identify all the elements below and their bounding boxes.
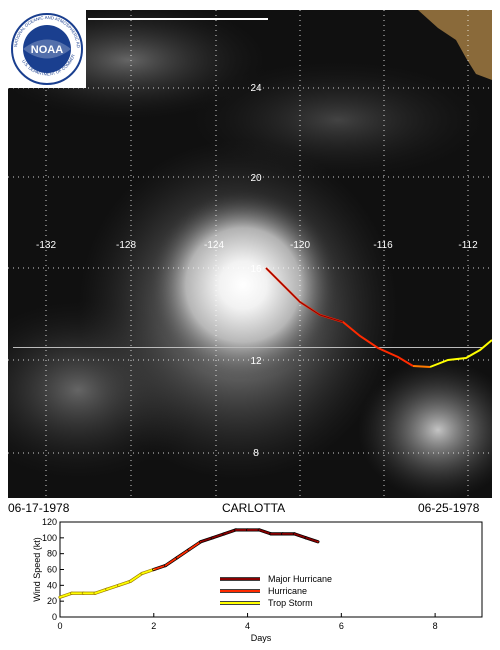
wind-speed-plot: 0 20 40 60 80 100 120 0 2 4 6 8 Wind Speed (kt) Da… xyxy=(32,517,483,643)
noaa-logo-text: NOAA xyxy=(31,44,63,56)
y-axis-label: Wind Speed (kt) xyxy=(32,537,42,602)
lat-label: 8 xyxy=(253,448,259,459)
y-tick-label: 60 xyxy=(47,565,57,575)
data-point xyxy=(282,533,284,535)
hurricane-core xyxy=(148,190,338,380)
wind-speed-chart: 0 20 40 60 80 100 120 0 2 4 6 8 Wind Speed (kt) Da… xyxy=(0,516,500,650)
satellite-image: -132 -128 -124 -120 -116 -112 24 20 16 1… xyxy=(8,10,492,498)
y-tick-label: 100 xyxy=(42,533,57,543)
series-segment xyxy=(129,572,143,583)
scan-line xyxy=(13,347,483,348)
lat-label: 20 xyxy=(250,173,262,184)
series-segment xyxy=(188,540,202,551)
lon-label: -124 xyxy=(204,240,224,251)
y-tick-label: 40 xyxy=(47,580,57,590)
data-point xyxy=(82,592,85,594)
legend: Major Hurricane Hurricane Trop Storm xyxy=(220,574,332,608)
y-tick-label: 120 xyxy=(42,517,57,527)
lat-label: 12 xyxy=(250,356,262,367)
x-tick-label: 4 xyxy=(245,621,250,631)
data-point xyxy=(305,537,307,539)
data-point xyxy=(235,529,237,531)
storm-name: CARLOTTA xyxy=(222,501,286,515)
noaa-logo: NOAA NATIONAL OCEANIC AND ATMOSPHERIC AD… xyxy=(8,10,86,88)
data-point xyxy=(141,572,143,575)
storm-track-hurricane xyxy=(412,365,431,368)
data-point xyxy=(153,568,155,571)
series-segment xyxy=(176,548,190,559)
data-point xyxy=(211,537,213,539)
data-point xyxy=(200,541,202,543)
x-tick-label: 8 xyxy=(433,621,438,631)
legend-label: Hurricane xyxy=(268,586,307,596)
x-axis-label: Days xyxy=(251,633,272,643)
data-point xyxy=(106,588,108,590)
data-point xyxy=(176,557,178,559)
lon-label: -128 xyxy=(116,240,136,251)
data-point xyxy=(258,529,260,531)
data-point xyxy=(293,533,296,535)
lon-label: -116 xyxy=(373,240,393,251)
lon-label: -112 xyxy=(458,240,478,251)
y-tick-label: 20 xyxy=(47,596,57,606)
data-point xyxy=(94,592,96,594)
lat-label: 16 xyxy=(250,264,262,275)
series-segment xyxy=(164,556,179,567)
legend-label: Trop Storm xyxy=(268,598,313,608)
data-point xyxy=(246,529,249,531)
legend-label: Major Hurricane xyxy=(268,574,332,584)
data-point xyxy=(270,533,272,535)
data-point xyxy=(188,549,190,551)
x-tick-label: 6 xyxy=(339,621,344,631)
x-tick-label: 2 xyxy=(151,621,156,631)
start-date: 06-17-1978 xyxy=(8,501,70,515)
scan-line xyxy=(88,18,268,20)
data-point xyxy=(129,580,131,582)
data-point xyxy=(317,541,319,543)
satellite-map: -132 -128 -124 -120 -116 -112 24 20 16 1… xyxy=(8,10,492,498)
y-axis: 0 20 40 60 80 100 120 xyxy=(42,517,64,622)
y-tick-label: 0 xyxy=(52,612,57,622)
x-tick-label: 0 xyxy=(57,621,62,631)
x-axis: 0 2 4 6 8 xyxy=(57,613,438,631)
data-point xyxy=(164,564,167,567)
y-tick-label: 80 xyxy=(47,549,57,559)
data-point xyxy=(223,533,225,535)
end-date: 06-25-1978 xyxy=(418,501,480,515)
lon-label: -120 xyxy=(290,240,310,251)
lon-label: -132 xyxy=(36,240,56,251)
data-point xyxy=(59,596,61,598)
data-point xyxy=(118,584,120,586)
storm-info-bar: 06-17-1978 CARLOTTA 06-25-1978 xyxy=(0,498,500,518)
lat-label: 24 xyxy=(250,83,262,94)
data-point xyxy=(71,592,73,594)
